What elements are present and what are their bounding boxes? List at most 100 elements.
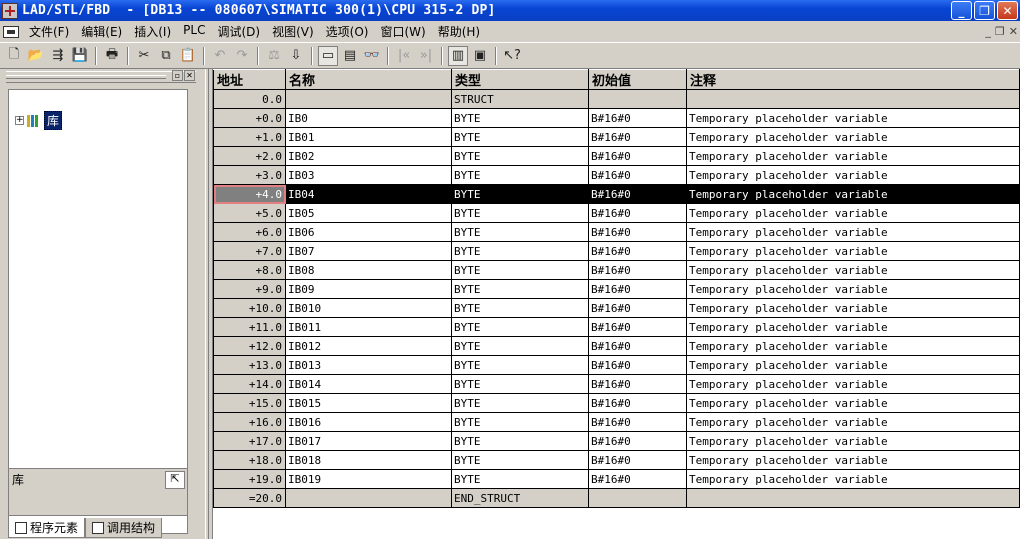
- type-cell[interactable]: BYTE: [451, 374, 589, 394]
- name-cell[interactable]: IB04: [285, 184, 452, 204]
- menu-item-1[interactable]: 编辑(E): [75, 23, 128, 40]
- type-cell[interactable]: BYTE: [451, 260, 589, 280]
- comment-cell[interactable]: Temporary placeholder variable: [686, 203, 1020, 223]
- type-cell[interactable]: BYTE: [451, 431, 589, 451]
- name-cell[interactable]: IB013: [285, 355, 452, 375]
- type-cell[interactable]: BYTE: [451, 108, 589, 128]
- initial-value-cell[interactable]: B#16#0: [588, 431, 687, 451]
- comment-cell[interactable]: Temporary placeholder variable: [686, 108, 1020, 128]
- type-cell[interactable]: BYTE: [451, 393, 589, 413]
- initial-value-cell[interactable]: B#16#0: [588, 260, 687, 280]
- column-header[interactable]: 类型: [451, 69, 589, 90]
- help-icon[interactable]: ↖?: [502, 46, 522, 66]
- name-cell[interactable]: IB02: [285, 146, 452, 166]
- comment-cell[interactable]: Temporary placeholder variable: [686, 222, 1020, 242]
- comment-cell[interactable]: Temporary placeholder variable: [686, 393, 1020, 413]
- initial-value-cell[interactable]: [588, 488, 687, 508]
- table-row[interactable]: +12.0 IB012 BYTE B#16#0 Temporary placeholde…: [213, 336, 1020, 356]
- type-cell[interactable]: BYTE: [451, 184, 589, 204]
- name-cell[interactable]: IB019: [285, 469, 452, 489]
- column-header[interactable]: 初始值: [588, 69, 687, 90]
- initial-value-cell[interactable]: B#16#0: [588, 298, 687, 318]
- name-cell[interactable]: IB011: [285, 317, 452, 337]
- name-cell[interactable]: IB01: [285, 127, 452, 147]
- type-cell[interactable]: END_STRUCT: [451, 488, 589, 508]
- comment-cell[interactable]: Temporary placeholder variable: [686, 317, 1020, 337]
- maximize-button[interactable]: ❐: [974, 1, 995, 20]
- comment-cell[interactable]: Temporary placeholder variable: [686, 431, 1020, 451]
- type-cell[interactable]: STRUCT: [451, 89, 589, 109]
- splitter[interactable]: [205, 69, 209, 539]
- initial-value-cell[interactable]: B#16#0: [588, 374, 687, 394]
- mdi-close-button[interactable]: ✕: [1009, 25, 1018, 38]
- menu-item-6[interactable]: 选项(O): [320, 23, 375, 40]
- monitor-icon[interactable]: 👓: [362, 46, 382, 66]
- name-cell[interactable]: IB018: [285, 450, 452, 470]
- name-cell[interactable]: IB017: [285, 431, 452, 451]
- print-icon[interactable]: 🖶: [102, 46, 122, 66]
- type-cell[interactable]: BYTE: [451, 412, 589, 432]
- comment-cell[interactable]: Temporary placeholder variable: [686, 412, 1020, 432]
- table-row[interactable]: +10.0 IB010 BYTE B#16#0 Temporary placeholde…: [213, 298, 1020, 318]
- compare-icon[interactable]: ⚖: [264, 46, 284, 66]
- module-icon[interactable]: ▤: [340, 46, 360, 66]
- type-cell[interactable]: BYTE: [451, 469, 589, 489]
- comment-cell[interactable]: Temporary placeholder variable: [686, 146, 1020, 166]
- app-icon[interactable]: [2, 2, 18, 19]
- table-row[interactable]: +1.0 IB01 BYTE B#16#0 Temporary placeholder …: [213, 127, 1020, 147]
- network-icon[interactable]: ⇶: [48, 46, 68, 66]
- type-cell[interactable]: BYTE: [451, 450, 589, 470]
- menu-item-3[interactable]: PLC: [177, 23, 211, 40]
- initial-value-cell[interactable]: B#16#0: [588, 241, 687, 261]
- comment-cell[interactable]: Temporary placeholder variable: [686, 184, 1020, 204]
- comment-cell[interactable]: Temporary placeholder variable: [686, 298, 1020, 318]
- close-button[interactable]: ✕: [997, 1, 1018, 20]
- name-cell[interactable]: IB012: [285, 336, 452, 356]
- name-cell[interactable]: [285, 488, 452, 508]
- menu-item-8[interactable]: 帮助(H): [432, 23, 486, 40]
- name-cell[interactable]: IB014: [285, 374, 452, 394]
- cut-icon[interactable]: ✂: [134, 46, 154, 66]
- type-cell[interactable]: BYTE: [451, 336, 589, 356]
- table-row[interactable]: +14.0 IB014 BYTE B#16#0 Temporary placeholde…: [213, 374, 1020, 394]
- table-row[interactable]: +6.0 IB06 BYTE B#16#0 Temporary placeholder …: [213, 222, 1020, 242]
- open-icon[interactable]: 📂: [26, 46, 46, 66]
- expand-icon[interactable]: +: [15, 116, 24, 125]
- tree-item-label[interactable]: 库: [44, 111, 63, 130]
- column-header[interactable]: 地址: [213, 69, 286, 90]
- type-cell[interactable]: BYTE: [451, 355, 589, 375]
- initial-value-cell[interactable]: B#16#0: [588, 355, 687, 375]
- mdi-restore-button[interactable]: ❐: [995, 25, 1005, 38]
- table-row[interactable]: +9.0 IB09 BYTE B#16#0 Temporary placeholder …: [213, 279, 1020, 299]
- paste-icon[interactable]: 📋: [178, 46, 198, 66]
- mdi-minimize-button[interactable]: _: [985, 25, 991, 38]
- minimize-button[interactable]: _: [951, 1, 972, 20]
- redo-icon[interactable]: ↷: [232, 46, 252, 66]
- initial-value-cell[interactable]: B#16#0: [588, 336, 687, 356]
- comment-cell[interactable]: Temporary placeholder variable: [686, 355, 1020, 375]
- name-cell[interactable]: IB07: [285, 241, 452, 261]
- menu-item-0[interactable]: 文件(F): [23, 23, 75, 40]
- name-cell[interactable]: IB08: [285, 260, 452, 280]
- name-cell[interactable]: IB06: [285, 222, 452, 242]
- initial-value-cell[interactable]: B#16#0: [588, 222, 687, 242]
- column-header[interactable]: 注释: [686, 69, 1020, 90]
- comment-cell[interactable]: [686, 488, 1020, 508]
- table-row[interactable]: +11.0 IB011 BYTE B#16#0 Temporary placeholde…: [213, 317, 1020, 337]
- table-row[interactable]: +7.0 IB07 BYTE B#16#0 Temporary placeholder …: [213, 241, 1020, 261]
- document-system-menu-icon[interactable]: [3, 25, 19, 38]
- tab-program-elements[interactable]: 程序元素: [8, 518, 86, 538]
- table-row[interactable]: +2.0 IB02 BYTE B#16#0 Temporary placeholder …: [213, 146, 1020, 166]
- table-row[interactable]: +17.0 IB017 BYTE B#16#0 Temporary placeholde…: [213, 431, 1020, 451]
- copy-icon[interactable]: ⧉: [156, 46, 176, 66]
- type-cell[interactable]: BYTE: [451, 222, 589, 242]
- panel-restore-icon[interactable]: ▫: [172, 70, 183, 81]
- prev-icon[interactable]: |«: [394, 46, 414, 66]
- menu-item-7[interactable]: 窗口(W): [374, 23, 431, 40]
- initial-value-cell[interactable]: B#16#0: [588, 127, 687, 147]
- comment-cell[interactable]: Temporary placeholder variable: [686, 165, 1020, 185]
- type-cell[interactable]: BYTE: [451, 279, 589, 299]
- type-cell[interactable]: BYTE: [451, 146, 589, 166]
- initial-value-cell[interactable]: B#16#0: [588, 203, 687, 223]
- initial-value-cell[interactable]: B#16#0: [588, 108, 687, 128]
